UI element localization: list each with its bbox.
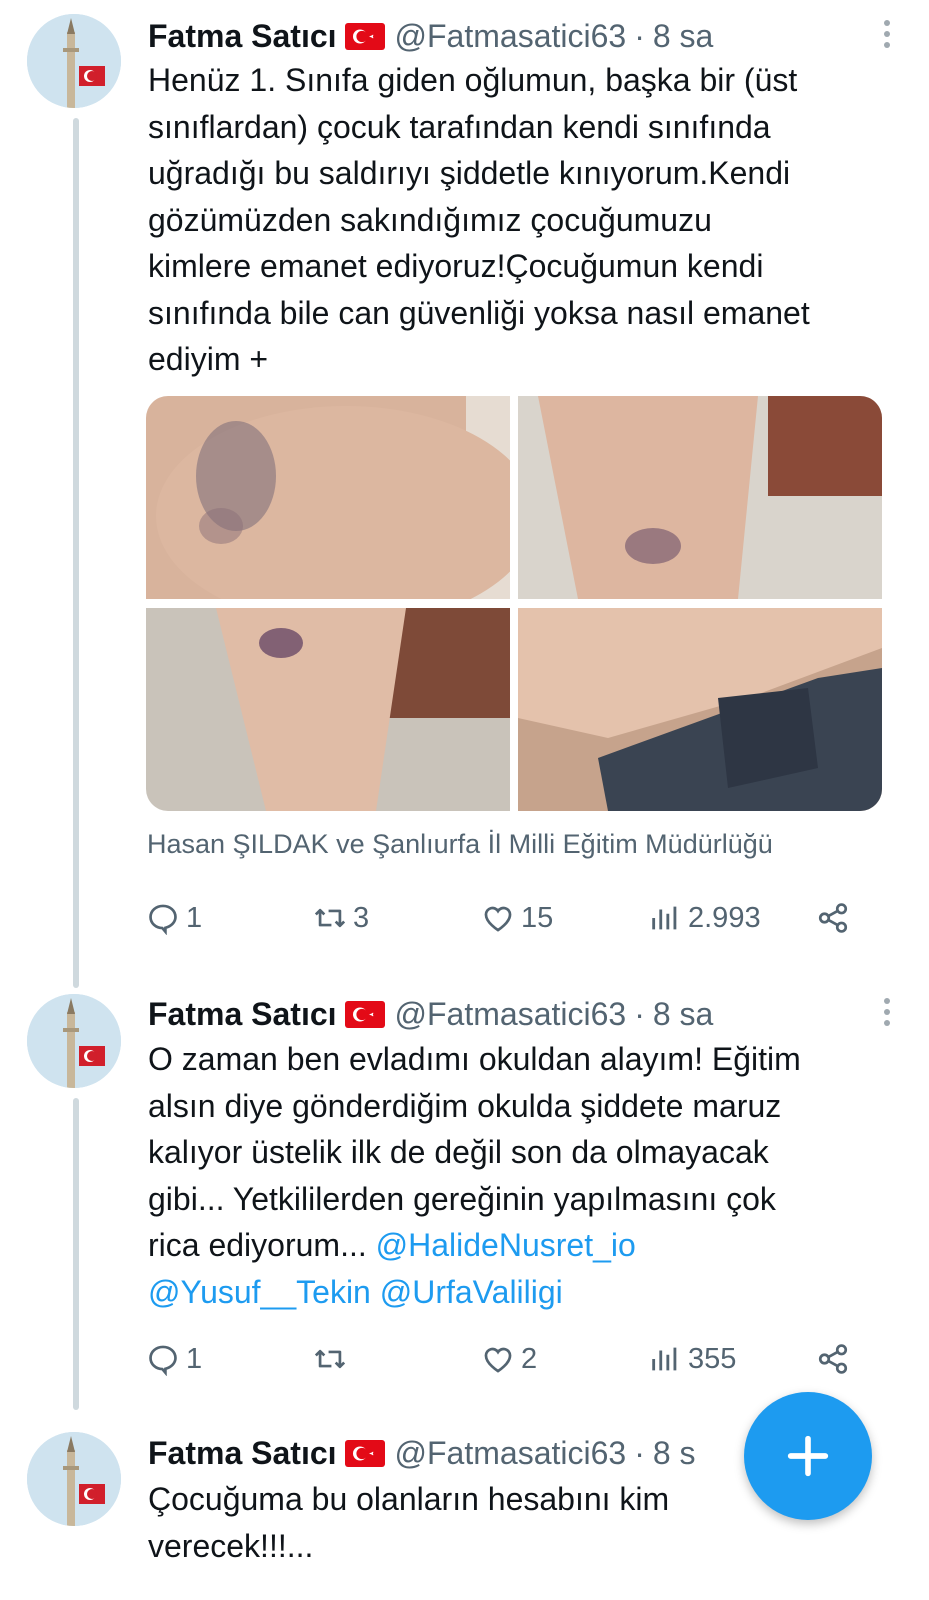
tweet-text-line: gözümüzden sakındığımız çocuğumuzu [148,201,712,238]
tweet-header: Fatma Satıcı @Fatmasatici63 · 8 sa [148,994,899,1034]
retweet-icon [314,1349,346,1369]
views-icon [652,1347,677,1371]
tweet-text-line: ediyim + [148,341,269,377]
mention-link[interactable]: @HalideNusret_io [376,1227,636,1263]
like-button[interactable]: 2 [481,1334,537,1384]
reply-count: 1 [186,1342,203,1375]
tweet-text-line: verecek!!!... [148,1527,314,1564]
plus-icon [787,1435,829,1477]
tweet-text-line: sınıfında bile can güvenliği yoksa nasıl… [148,294,810,331]
user-handle[interactable]: @Fatmasatici63 [395,1435,627,1472]
media-grid [146,396,882,811]
tweet-actions: 1 3 15 2.993 [146,893,866,943]
turkey-flag-icon [344,1439,385,1467]
display-name[interactable]: Fatma Satıcı [148,1435,337,1472]
tweet-actions: 1 2 355 [146,1334,866,1384]
compose-button[interactable] [744,1392,872,1520]
tweet-text: O zaman ben evladımı okuldan alayım! Eği… [148,1036,888,1315]
timestamp[interactable]: 8 s [653,1435,696,1472]
reply-button[interactable]: 1 [146,1334,202,1384]
more-icon[interactable] [881,992,893,1032]
media-photo[interactable] [518,396,882,599]
tweet-text: Henüz 1. Sınıfa giden oğlumun, başka bir… [148,57,888,383]
minaret-avatar-image [27,994,121,1088]
tweet-text-line: kimlere emanet ediyoruz!Çocuğumun kendi [148,248,764,284]
retweet-button[interactable]: 3 [313,893,369,943]
separator-dot: · [634,995,645,1032]
text-segment: rica ediyorum... [148,1227,376,1263]
retweet-button[interactable] [313,1334,353,1384]
reply-button[interactable]: 1 [146,893,202,943]
tweet-text-line: uğradığı bu saldırıyı şiddetle kınıyorum… [148,155,791,191]
display-name[interactable]: Fatma Satıcı [148,18,337,55]
turkey-flag-icon [344,22,385,50]
tweet-text-line: kalıyor üstelik ilk de değil son da olma… [148,1134,769,1170]
retweet-count: 3 [353,901,370,934]
user-handle[interactable]: @Fatmasatici63 [395,18,627,55]
more-icon[interactable] [881,14,893,54]
thread-line [73,1098,79,1410]
share-icon [818,1344,848,1374]
share-button[interactable] [816,1334,850,1384]
avatar[interactable] [27,14,121,108]
tagged-users[interactable]: Hasan ŞILDAK ve Şanlıurfa İl Milli Eğiti… [147,829,773,860]
separator-dot: · [634,1434,645,1471]
avatar[interactable] [27,1432,121,1526]
timestamp[interactable]: 8 sa [653,996,713,1033]
like-count: 2 [521,1342,538,1375]
heart-icon [484,1347,512,1373]
tweet-text-line: O zaman ben evladımı okuldan alayım! Eği… [148,1041,801,1077]
avatar[interactable] [27,994,121,1088]
views-icon [652,906,677,930]
media-photo[interactable] [146,396,510,599]
turkey-flag-icon [344,1000,385,1028]
view-count: 2.993 [688,901,761,934]
tweet-text-line: rica ediyorum... @HalideNusret_io [148,1222,888,1269]
reply-count: 1 [186,901,203,934]
minaret-avatar-image [27,14,121,108]
view-count: 355 [688,1342,737,1375]
share-icon [818,903,848,933]
timestamp[interactable]: 8 sa [653,18,713,55]
like-button[interactable]: 15 [481,893,553,943]
like-count: 15 [521,901,554,934]
minaret-avatar-image [27,1432,121,1526]
share-button[interactable] [816,893,850,943]
separator-dot: · [634,17,645,54]
reply-icon [149,1345,177,1376]
tweet-text-line: gibi... Yetkililerden gereğinin yapılmas… [148,1180,776,1217]
heart-icon [484,906,512,932]
views-button[interactable]: 355 [648,1334,736,1384]
user-handle[interactable]: @Fatmasatici63 [395,996,627,1033]
tweet-text-line: Henüz 1. Sınıfa giden oğlumun, başka bir… [148,62,798,98]
media-photo[interactable] [518,608,882,811]
media-photo[interactable] [146,608,510,811]
retweet-icon [314,908,346,928]
views-button[interactable]: 2.993 [648,893,761,943]
display-name[interactable]: Fatma Satıcı [148,996,337,1033]
tweet-header: Fatma Satıcı @Fatmasatici63 · 8 sa [148,16,899,56]
tweet-text-line: sınıflardan) çocuk tarafından kendi sını… [148,108,771,145]
tweet-text-line: alsın diye gönderdiğim okulda şiddete ma… [148,1087,782,1124]
reply-icon [149,904,177,935]
thread-line [73,118,79,988]
mention-link[interactable]: @Yusuf__Tekin @UrfaValiligi [148,1269,888,1316]
